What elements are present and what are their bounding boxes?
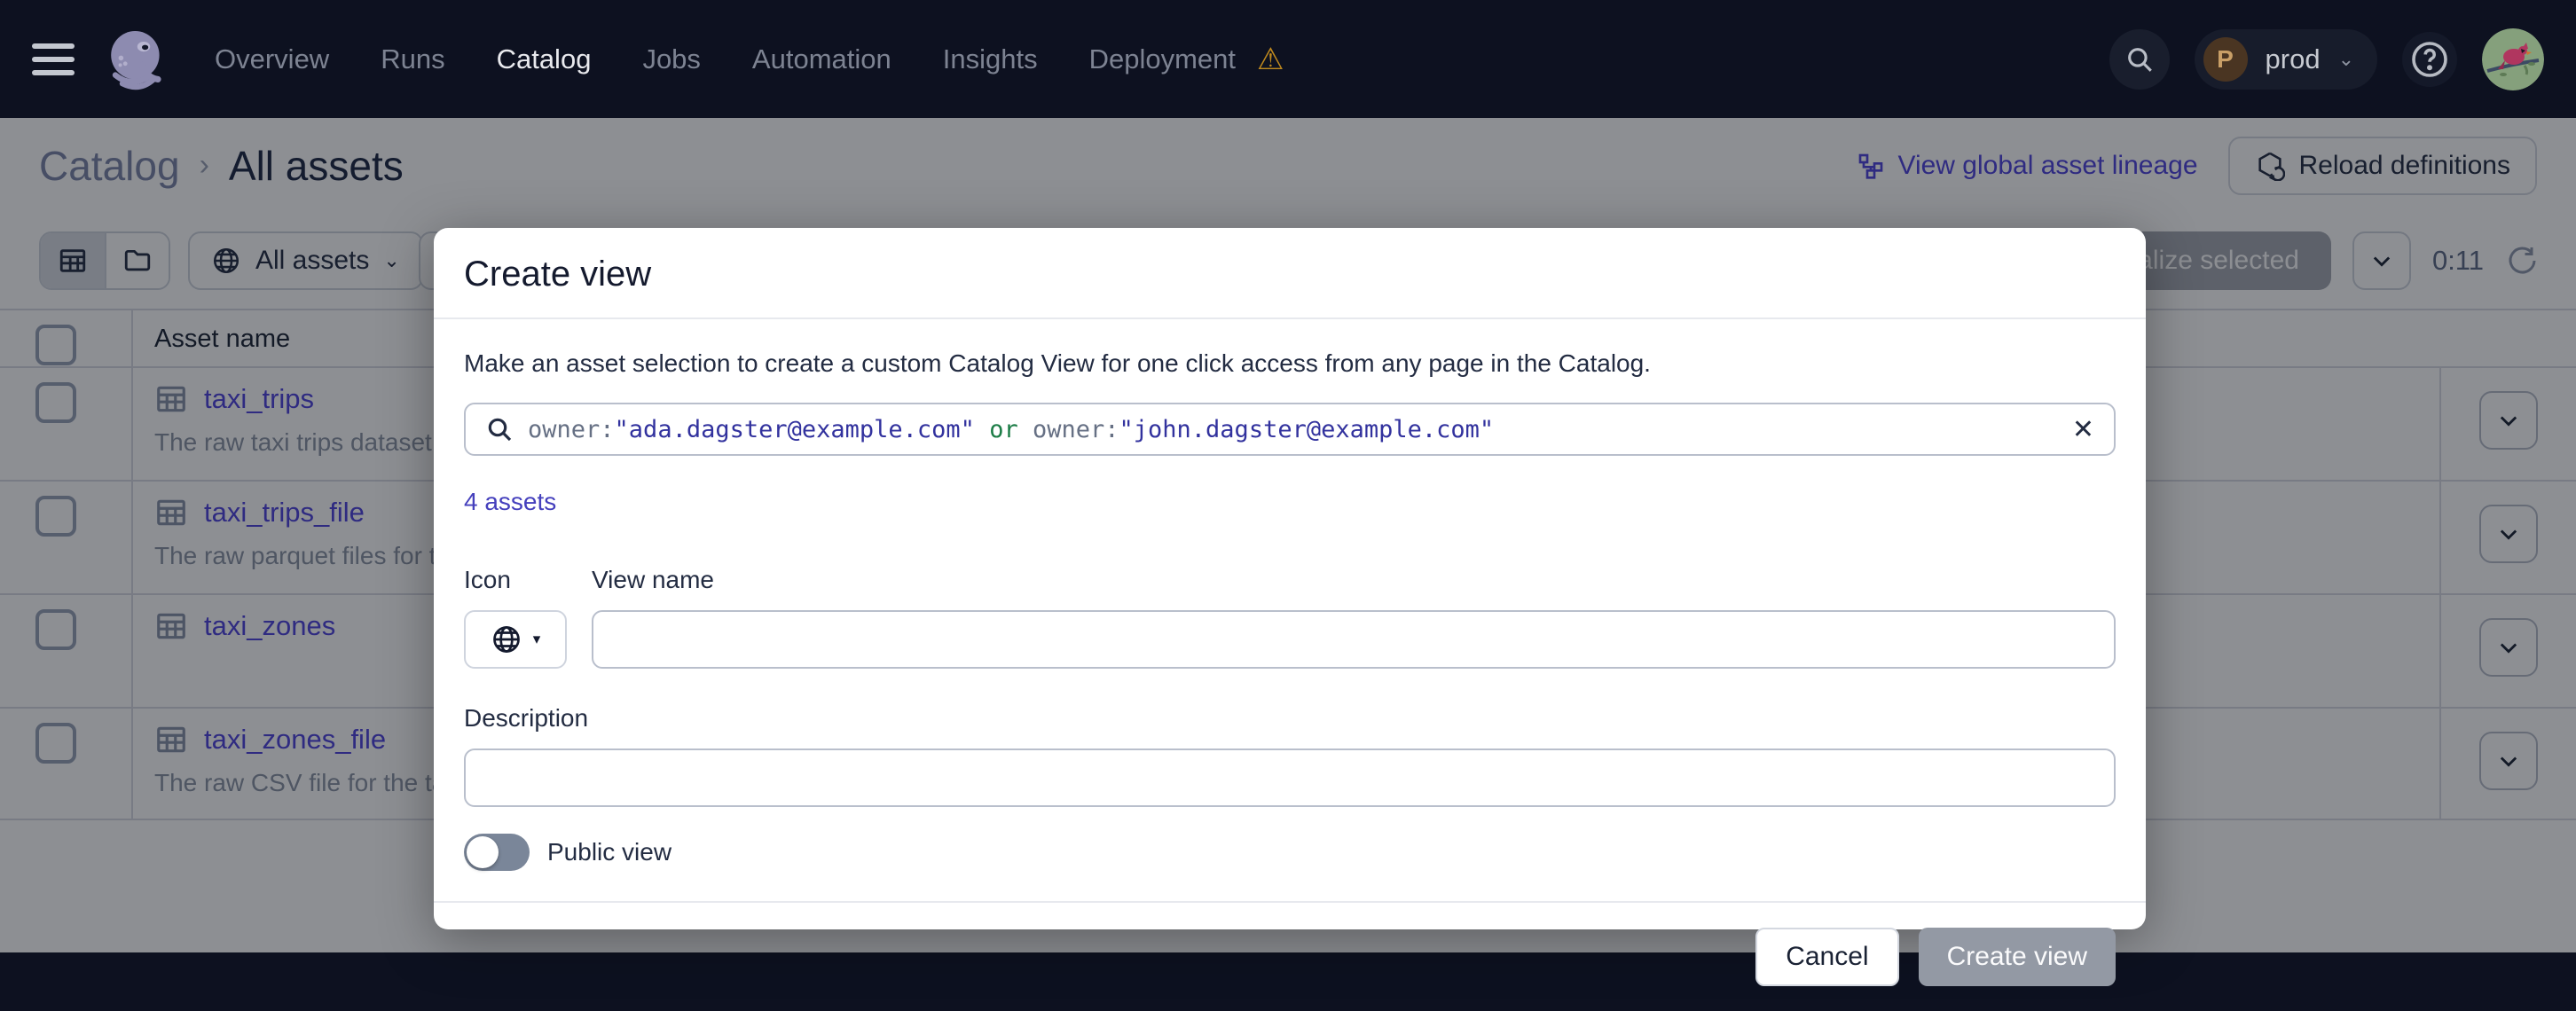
nav-item-automation[interactable]: Automation <box>752 43 891 75</box>
caret-down-icon: ▾ <box>533 631 541 648</box>
chevron-down-icon: ⌄ <box>2338 48 2354 71</box>
public-view-label: Public view <box>547 838 671 866</box>
icon-field-label: Icon <box>464 566 567 594</box>
top-nav: Overview Runs Catalog Jobs Automation In… <box>0 0 2576 118</box>
view-name-field: View name <box>592 566 2116 669</box>
search-icon <box>485 415 514 443</box>
help-button[interactable] <box>2402 32 2457 87</box>
description-label: Description <box>464 704 2116 733</box>
env-name: prod <box>2266 43 2321 75</box>
create-view-button[interactable]: Create view <box>1919 928 2116 986</box>
nav-item-overview[interactable]: Overview <box>215 43 329 75</box>
deployment-warning-icon[interactable]: ⚠ <box>1257 42 1284 77</box>
view-name-input[interactable] <box>592 610 2116 669</box>
view-name-label: View name <box>592 566 2116 594</box>
dialog-description: Make an asset selection to create a cust… <box>464 349 2116 378</box>
cancel-button[interactable]: Cancel <box>1755 928 1898 986</box>
nav-item-insights[interactable]: Insights <box>943 43 1038 75</box>
public-view-toggle[interactable] <box>464 834 530 871</box>
toggle-knob <box>467 836 499 868</box>
icon-field: Icon ▾ <box>464 566 567 669</box>
env-avatar: P <box>2203 37 2248 82</box>
user-avatar[interactable] <box>2482 28 2544 90</box>
help-icon <box>2408 38 2451 81</box>
nav-item-jobs[interactable]: Jobs <box>642 43 700 75</box>
asset-selection-input[interactable]: owner:"ada.dagster@example.com" or owner… <box>464 403 2116 456</box>
nav-item-deployment[interactable]: Deployment <box>1089 43 1236 75</box>
search-button[interactable] <box>2109 29 2170 90</box>
create-view-dialog: Create view Make an asset selection to c… <box>434 228 2146 929</box>
description-input[interactable] <box>464 748 2116 807</box>
icon-picker-dropdown[interactable]: ▾ <box>464 610 567 669</box>
clear-selection-button[interactable]: ✕ <box>2072 414 2094 445</box>
nav-item-catalog[interactable]: Catalog <box>497 43 592 75</box>
main-nav: Overview Runs Catalog Jobs Automation In… <box>215 42 1284 77</box>
menu-icon[interactable] <box>32 43 75 75</box>
asset-selection-query: owner:"ada.dagster@example.com" or owner… <box>528 416 2058 443</box>
nav-item-runs[interactable]: Runs <box>381 43 444 75</box>
description-field: Description <box>464 704 2116 807</box>
dialog-title: Create view <box>464 255 2116 294</box>
search-icon <box>2124 44 2155 74</box>
deployment-switcher[interactable]: P prod ⌄ <box>2195 29 2377 90</box>
globe-icon <box>491 623 522 655</box>
dagster-logo[interactable] <box>101 24 172 95</box>
assets-count-link[interactable]: 4 assets <box>464 488 556 516</box>
